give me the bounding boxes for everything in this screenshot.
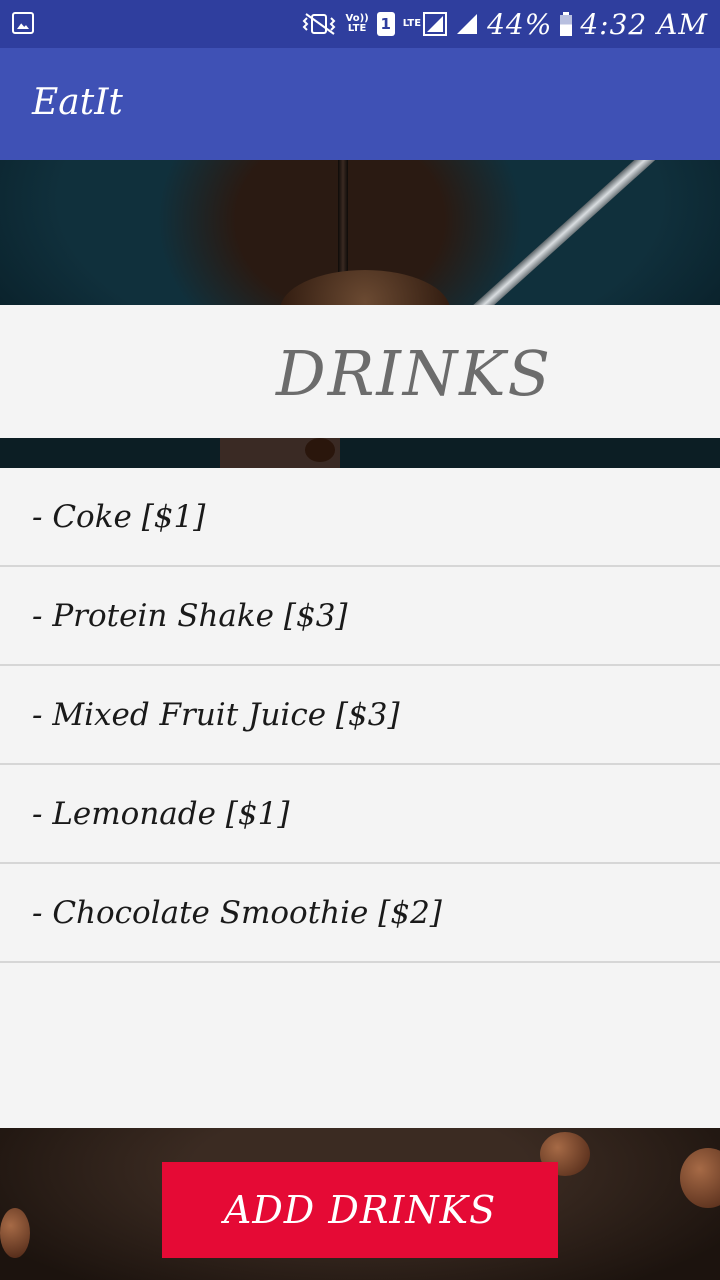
category-title: DRINKS [276, 337, 552, 410]
status-bar: Vo)) LTE 1 LTE 44% 4:32 AM [0, 0, 720, 48]
hazelnut-shape [680, 1148, 720, 1208]
background-photo-middle [0, 438, 720, 468]
app-bar: EatIt [0, 48, 720, 160]
volte-icon: Vo)) LTE [346, 14, 369, 34]
list-item-protein-shake[interactable]: - Protein Shake [$3] [0, 567, 720, 666]
lte-label: LTE [402, 18, 422, 29]
gallery-notification-icon [12, 12, 34, 34]
list-item-mixed-fruit-juice[interactable]: - Mixed Fruit Juice [$3] [0, 666, 720, 765]
sim-icon: 1 [376, 12, 395, 36]
hazelnut-shape [0, 1208, 30, 1258]
drinks-list: - Coke [$1] - Protein Shake [$3] - Mixed… [0, 468, 720, 1128]
dessert-top-shape [280, 270, 450, 305]
list-item-lemonade[interactable]: - Lemonade [$1] [0, 765, 720, 864]
battery-icon [560, 12, 573, 36]
background-photo-top [0, 160, 720, 305]
chocolate-chunk-shape [305, 438, 335, 462]
clock: 4:32 AM [580, 7, 708, 41]
volte-label-bottom: LTE [347, 23, 367, 34]
battery-percent: 44% [487, 7, 553, 41]
category-header: DRINKS [0, 305, 720, 438]
list-item-coke[interactable]: - Coke [$1] [0, 468, 720, 567]
list-item-chocolate-smoothie[interactable]: - Chocolate Smoothie [$2] [0, 864, 720, 963]
vibrate-icon [302, 12, 338, 36]
lte-signal-icon: LTE [402, 12, 448, 36]
status-icons: Vo)) LTE 1 LTE 44% 4:32 AM [302, 7, 708, 41]
app-title: EatIt [32, 82, 123, 123]
add-drinks-button[interactable]: ADD DRINKS [162, 1162, 558, 1258]
straw-shape [465, 160, 669, 305]
signal-icon [455, 12, 479, 36]
